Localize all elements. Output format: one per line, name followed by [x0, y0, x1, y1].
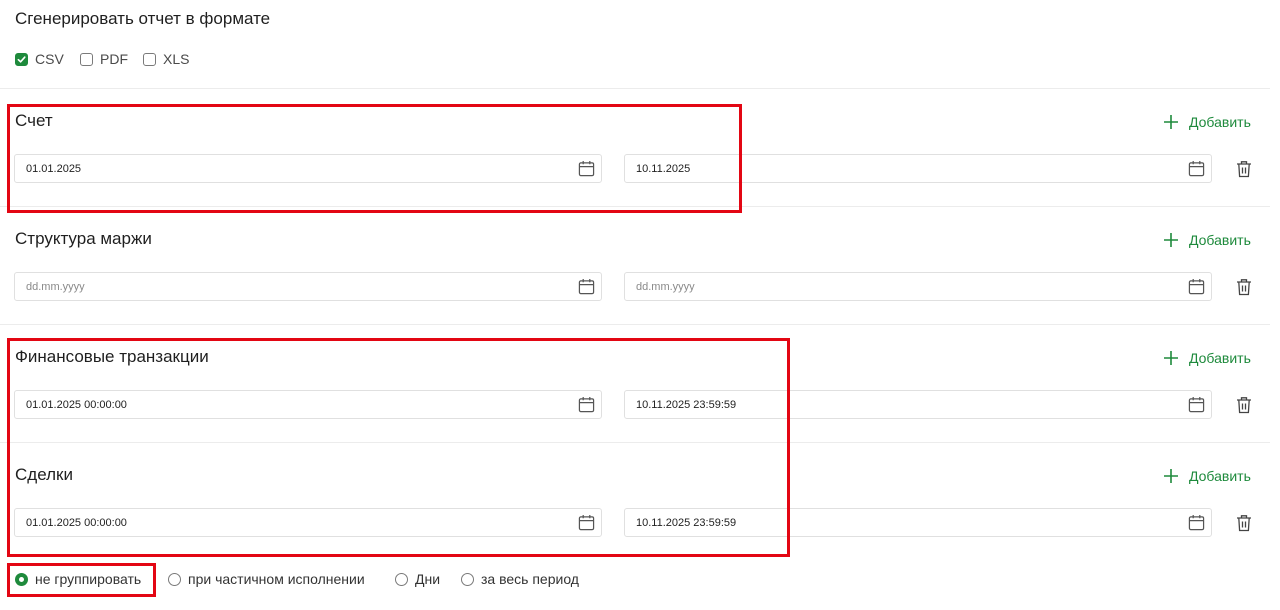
radio-no-grouping[interactable]: не группировать: [15, 570, 141, 588]
calendar-icon[interactable]: [1188, 278, 1205, 295]
divider: [0, 88, 1270, 89]
trash-icon[interactable]: [1236, 396, 1252, 414]
date-field-from[interactable]: [14, 154, 602, 183]
add-button-label: Добавить: [1189, 350, 1251, 366]
plus-icon: [1164, 351, 1178, 365]
add-button-account[interactable]: Добавить: [1163, 112, 1251, 132]
add-button-label: Добавить: [1189, 468, 1251, 484]
calendar-icon[interactable]: [1188, 514, 1205, 531]
radio-label-days: Дни: [415, 571, 441, 587]
section-title-margin-structure: Структура маржи: [15, 229, 152, 248]
date-input-to[interactable]: [625, 509, 1165, 536]
add-button-financial-transactions[interactable]: Добавить: [1163, 348, 1251, 368]
section-title-financial-transactions: Финансовые транзакции: [15, 347, 209, 366]
format-label-csv: CSV: [35, 51, 64, 67]
date-input-from[interactable]: [15, 509, 555, 536]
checkbox-checked[interactable]: [15, 52, 28, 66]
calendar-icon[interactable]: [578, 160, 595, 177]
date-field-to[interactable]: [624, 390, 1212, 419]
format-checkbox-pdf[interactable]: PDF: [80, 49, 128, 69]
date-input-to[interactable]: [625, 391, 1165, 418]
radio-label-partial-execution: при частичном исполнении: [188, 571, 365, 587]
calendar-icon[interactable]: [578, 514, 595, 531]
plus-icon: [1164, 115, 1178, 129]
trash-icon[interactable]: [1236, 160, 1252, 178]
plus-icon: [1164, 469, 1178, 483]
calendar-icon[interactable]: [1188, 160, 1205, 177]
radio-unselected[interactable]: [395, 572, 408, 586]
format-label-pdf: PDF: [100, 51, 128, 67]
check-icon: [17, 55, 26, 63]
section-title-deals: Сделки: [15, 465, 73, 484]
radio-label-no-grouping: не группировать: [35, 571, 142, 587]
add-button-label: Добавить: [1189, 114, 1251, 130]
date-input-to[interactable]: [625, 155, 1165, 182]
section-title-account: Счет: [15, 111, 53, 130]
radio-selected[interactable]: [15, 572, 28, 586]
report-format-title: Сгенерировать отчет в формате: [15, 9, 271, 28]
format-checkbox-xls[interactable]: XLS: [143, 49, 189, 69]
calendar-icon[interactable]: [578, 396, 595, 413]
plus-icon: [1164, 233, 1178, 247]
checkbox-unchecked[interactable]: [143, 52, 156, 66]
date-field-to[interactable]: [624, 154, 1212, 183]
divider: [0, 442, 1270, 443]
format-label-xls: XLS: [163, 51, 190, 67]
date-field-from[interactable]: [14, 508, 602, 537]
radio-days[interactable]: Дни: [395, 570, 440, 588]
add-button-margin-structure[interactable]: Добавить: [1163, 230, 1251, 250]
date-input-from[interactable]: [15, 155, 555, 182]
date-input-from[interactable]: [15, 273, 555, 300]
radio-unselected[interactable]: [461, 572, 474, 586]
date-field-from[interactable]: [14, 272, 602, 301]
divider: [0, 206, 1270, 207]
add-button-deals[interactable]: Добавить: [1163, 466, 1251, 486]
radio-partial-execution[interactable]: при частичном исполнении: [168, 570, 365, 588]
divider: [0, 324, 1270, 325]
trash-icon[interactable]: [1236, 278, 1252, 296]
date-field-from[interactable]: [14, 390, 602, 419]
calendar-icon[interactable]: [578, 278, 595, 295]
radio-unselected[interactable]: [168, 572, 181, 586]
date-input-to[interactable]: [625, 273, 1165, 300]
calendar-icon[interactable]: [1188, 396, 1205, 413]
date-input-from[interactable]: [15, 391, 555, 418]
trash-icon[interactable]: [1236, 514, 1252, 532]
format-checkbox-csv[interactable]: CSV: [15, 49, 64, 69]
radio-whole-period[interactable]: за весь период: [461, 570, 579, 588]
add-button-label: Добавить: [1189, 232, 1251, 248]
date-field-to[interactable]: [624, 508, 1212, 537]
date-field-to[interactable]: [624, 272, 1212, 301]
checkbox-unchecked[interactable]: [80, 52, 93, 66]
radio-label-whole-period: за весь период: [481, 571, 579, 587]
